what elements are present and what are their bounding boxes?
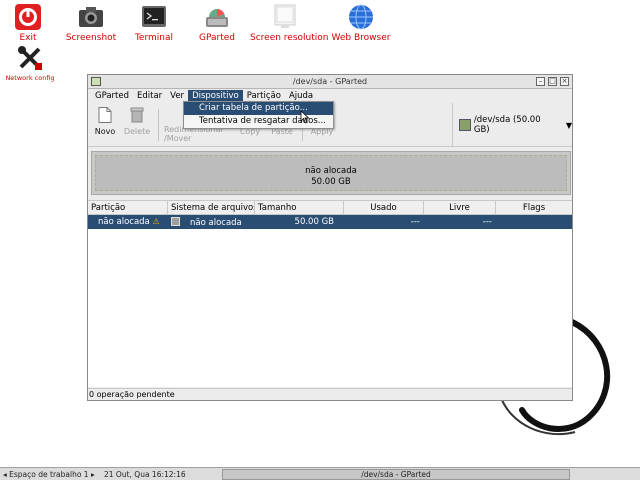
disk-map: não alocada 50.00 GB (91, 151, 571, 195)
new-button[interactable]: Novo (93, 107, 117, 136)
status-bar: 0 operação pendente (88, 388, 572, 400)
desktop-icon-label: Network config (5, 74, 55, 82)
filesystem-color-swatch (171, 216, 180, 226)
free-cell: --- (482, 217, 492, 227)
used-cell: --- (410, 217, 420, 227)
taskbar-window-button[interactable]: /dev/sda - GParted (222, 469, 570, 480)
mouse-cursor-icon (300, 110, 310, 124)
trash-icon (130, 107, 144, 123)
dropdown-arrow-icon: ▼ (565, 120, 572, 130)
terminal-icon (140, 3, 168, 31)
desktop-icon-label: Web Browser (331, 33, 391, 43)
column-header[interactable]: Usado (344, 201, 424, 214)
globe-icon (347, 3, 375, 31)
minimize-button[interactable]: – (536, 77, 545, 86)
menu-item-create-partition-table[interactable]: Criar tabela de partição... (184, 102, 333, 115)
device-selector-label: /dev/sda (50.00 GB) (473, 115, 541, 135)
monitor-icon (271, 3, 299, 31)
desktop-icon-network-config[interactable]: Network config (0, 44, 65, 82)
desktop-icon-label: GParted (199, 33, 235, 43)
warning-icon: ⚠ (152, 217, 160, 226)
window-title: /dev/sda - GParted (292, 77, 368, 86)
harddisk-icon (459, 119, 471, 131)
device-selector[interactable]: /dev/sda (50.00 GB) ▼ (452, 103, 572, 147)
column-header[interactable]: Livre (424, 201, 496, 214)
menu-editar[interactable]: Editar (133, 90, 166, 102)
desktop-icon-web-browser[interactable]: Web Browser (326, 3, 396, 43)
table-header: Partição Sistema de arquivos Tamanho Usa… (88, 201, 572, 215)
desktop-icon-exit[interactable]: Exit (0, 3, 63, 43)
partition-cell: não alocada ⚠ (98, 217, 160, 227)
desktop-icon-screen-resolution[interactable]: Screen resolution (250, 3, 329, 43)
disk-map-label: não alocada (305, 166, 357, 176)
maximize-button[interactable]: □ (548, 77, 557, 86)
window-titlebar[interactable]: /dev/sda - GParted – □ × (88, 75, 572, 89)
column-header[interactable]: Sistema de arquivos (168, 201, 255, 214)
delete-button[interactable]: Delete (121, 107, 153, 136)
camera-icon (77, 3, 105, 31)
menu-item-attempt-data-rescue[interactable]: Tentativa de resgatar dados... (184, 115, 333, 128)
tools-icon (16, 44, 44, 72)
column-header[interactable]: Partição (88, 201, 168, 214)
disk-map-unallocated[interactable]: não alocada 50.00 GB (95, 155, 567, 191)
clock: 21 Out, Qua 16:12:16 (104, 470, 186, 479)
filesystem-cell: não alocada (168, 216, 255, 228)
power-icon (14, 3, 42, 31)
workspace-switcher[interactable]: ◂ Espaço de trabalho 1 ▸ (3, 470, 95, 479)
gparted-icon (203, 3, 231, 31)
column-header[interactable]: Tamanho (255, 201, 344, 214)
resize-icon (164, 107, 178, 123)
desktop-icon-screenshot[interactable]: Screenshot (56, 3, 126, 43)
partition-table: Partição Sistema de arquivos Tamanho Usa… (88, 200, 572, 387)
size-cell: 50.00 GB (294, 217, 334, 227)
new-document-icon (98, 107, 112, 123)
desktop-icon-label: Screenshot (65, 33, 117, 43)
column-header[interactable]: Flags (496, 201, 572, 214)
toolbar-separator (158, 109, 159, 141)
desktop-icon-label: Terminal (134, 33, 174, 43)
desktop-icon-label: Screen resolution (250, 33, 329, 43)
desktop-icon-label: Exit (19, 33, 37, 43)
close-button[interactable]: × (560, 77, 569, 86)
table-row[interactable]: não alocada ⚠ não alocada 50.00 GB --- -… (88, 215, 572, 229)
desktop-icon-gparted[interactable]: GParted (182, 3, 252, 43)
dispositivo-menu: Criar tabela de partição... Tentativa de… (183, 101, 334, 129)
disk-map-size: 50.00 GB (311, 177, 351, 187)
menu-gparted[interactable]: GParted (91, 90, 133, 102)
desktop-icon-terminal[interactable]: Terminal (119, 3, 189, 43)
taskbar: ◂ Espaço de trabalho 1 ▸ 21 Out, Qua 16:… (0, 467, 640, 480)
